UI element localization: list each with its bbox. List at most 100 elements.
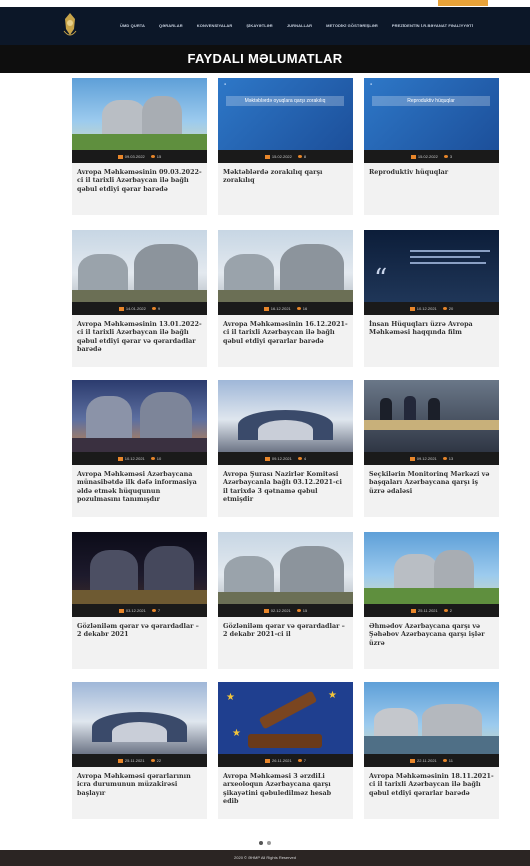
article-card[interactable]: 22.11.2021 11 Avropa Məhkəməsinin 18.11.… <box>364 682 499 819</box>
nav-item[interactable]: ÜMD QURTA <box>120 23 145 28</box>
article-image[interactable] <box>218 230 353 302</box>
article-views: 7 <box>157 608 161 613</box>
article-views: 22 <box>156 758 162 763</box>
article-card[interactable]: 16.12.2021 16 Avropa Məhkəməsinin 16.12.… <box>218 230 353 367</box>
navbar: ÜMD QURTA QƏRARLAR KONVENSİYALAR ŞİKAYƏTLƏR… <box>0 7 530 45</box>
article-title[interactable]: Seçkilərin Monitorinq Mərkəzi və başqala… <box>364 465 499 517</box>
image-caption: Məktəblərdə oyuqlara qarşı zorakılıq <box>226 96 344 106</box>
article-meta: 09.12.2021 4 <box>218 452 353 465</box>
article-image[interactable] <box>364 532 499 604</box>
article-title[interactable]: Avropa Məhkəməsi qərarlarının icra durum… <box>72 767 207 819</box>
article-title[interactable]: Məktəblərdə zorakılıq qarşı zorakılıq <box>218 163 353 215</box>
nav-item[interactable]: METODİKİ GÖSTƏRİŞLƏR <box>326 23 378 28</box>
article-card[interactable]: ★ ★ ★ 26.11.2021 7 Avropa Məhkəməsi 3 ərzd… <box>218 682 353 819</box>
eye-icon <box>296 609 301 613</box>
article-title[interactable]: Avropa Məhkəməsinin 18.11.2021-ci il tar… <box>364 767 499 819</box>
article-title[interactable]: Avropa Məhkəməsi Azərbaycana münasibətdə… <box>72 465 207 517</box>
article-image[interactable] <box>72 78 207 150</box>
article-image[interactable]: ★ ★ ★ <box>218 682 353 754</box>
pagination-dot[interactable] <box>267 841 271 845</box>
article-image[interactable] <box>218 380 353 452</box>
eye-icon <box>150 759 155 763</box>
article-title[interactable]: Gözləniləm qərar və qərardadlar – 2 deka… <box>218 617 353 669</box>
article-image[interactable] <box>72 380 207 452</box>
article-image[interactable] <box>364 682 499 754</box>
article-meta: 02.12.2021 15 <box>218 604 353 617</box>
article-image[interactable] <box>218 532 353 604</box>
article-title[interactable]: Avropa Məhkəməsi 3 ərzdiLi arxeoloqun Az… <box>218 767 353 819</box>
article-meta: 22.11.2021 11 <box>364 754 499 767</box>
article-image[interactable] <box>364 380 499 452</box>
calendar-icon <box>118 608 124 613</box>
article-views: 3 <box>449 154 453 159</box>
nav-item[interactable]: ŞİKAYƏTLƏR <box>246 23 272 28</box>
calendar-icon <box>410 154 416 159</box>
article-meta: 10.12.2021 20 <box>364 302 499 315</box>
eye-icon <box>443 609 448 613</box>
article-title[interactable]: Avropa Məhkəməsinin 09.03.2022-ci il tar… <box>72 163 207 215</box>
article-image[interactable]: ● Reproduktiv hüquqlar <box>364 78 499 150</box>
article-date: 03.12.2021 <box>125 608 146 613</box>
eye-icon <box>297 759 302 763</box>
article-meta: 09.12.2021 13 <box>364 452 499 465</box>
article-title[interactable]: İnsan Hüquqları üzrə Avropa Məhkəməsi ha… <box>364 315 499 367</box>
article-title[interactable]: Avropa Şurası Nazirlər Komitəsi Azərbayc… <box>218 465 353 517</box>
article-date: 15.02.2022 <box>271 154 292 159</box>
eye-icon <box>150 457 155 461</box>
article-date: 10.12.2021 <box>124 456 145 461</box>
article-card[interactable]: 02.12.2021 15 Gözləniləm qərar və qərard… <box>218 532 353 669</box>
article-image[interactable] <box>72 532 207 604</box>
page-banner: FAYDALI MƏLUMATLAR <box>0 45 530 73</box>
article-meta: 14.01.2022 9 <box>72 302 207 315</box>
calendar-icon <box>117 758 123 763</box>
topbar <box>0 0 530 7</box>
article-image[interactable] <box>72 682 207 754</box>
eye-icon <box>151 609 156 613</box>
article-views: 9 <box>157 306 161 311</box>
article-meta: 03.12.2021 7 <box>72 604 207 617</box>
eye-icon <box>296 307 301 311</box>
article-image[interactable] <box>72 230 207 302</box>
article-title[interactable]: Reproduktiv hüquqlar <box>364 163 499 215</box>
main-nav: ÜMD QURTA QƏRARLAR KONVENSİYALAR ŞİKAYƏTLƏR… <box>120 23 487 28</box>
article-date: 22.11.2021 <box>417 758 437 763</box>
footer: 2020 © ƏHMP All Rights Reserved <box>0 850 530 866</box>
article-card[interactable]: ● Reproduktiv hüquqlar 15.02.2022 3 Repro… <box>364 78 499 215</box>
article-views: 15 <box>302 608 308 613</box>
article-card[interactable]: 25.11.2021 22 Avropa Məhkəməsi qərarları… <box>72 682 207 819</box>
pagination-dot[interactable] <box>259 841 263 845</box>
nav-item[interactable]: QƏRARLAR <box>159 23 183 28</box>
eye-icon <box>442 759 447 763</box>
article-image[interactable]: ● Məktəblərdə oyuqlara qarşı zorakılıq <box>218 78 353 150</box>
article-date: 10.12.2021 <box>416 306 437 311</box>
calendar-icon <box>265 758 271 763</box>
article-title[interactable]: Avropa Məhkəməsinin 16.12.2021-ci il tar… <box>218 315 353 367</box>
nav-item[interactable]: KONVENSİYALAR <box>197 23 233 28</box>
nav-item[interactable]: PREZİDENTİN İ.R.BƏYANAT FƏALİYYƏTİ <box>392 23 473 28</box>
pagination <box>0 832 530 850</box>
article-card[interactable]: 14.01.2022 9 Avropa Məhkəməsinin 13.01.2… <box>72 230 207 367</box>
article-card[interactable]: 03.12.2021 7 Gözləniləm qərar və qərarda… <box>72 532 207 669</box>
article-meta: 10.12.2021 10 <box>72 452 207 465</box>
article-image[interactable]: “ <box>364 230 499 302</box>
article-card[interactable]: 25.11.2021 2 Əhmədov Azərbaycana qarşı v… <box>364 532 499 669</box>
calendar-icon <box>411 608 417 613</box>
article-title[interactable]: Gözləniləm qərar və qərardadlar – 2 deka… <box>72 617 207 669</box>
article-card[interactable]: 10.12.2021 10 Avropa Məhkəməsi Azərbayca… <box>72 380 207 517</box>
article-card[interactable]: “ 10.12.2021 20 İnsan Hüquqları üzrə Avr… <box>364 230 499 367</box>
article-date: 15.02.2022 <box>417 154 438 159</box>
language-button[interactable] <box>438 0 488 6</box>
calendar-icon <box>410 758 416 763</box>
article-views: 8 <box>303 154 307 159</box>
emblem-logo[interactable] <box>62 11 78 39</box>
article-card[interactable]: 09.12.2021 13 Seçkilərin Monitorinq Mərk… <box>364 380 499 517</box>
article-views: 2 <box>449 608 452 613</box>
article-card[interactable]: 09.03.2022 15 Avropa Məhkəməsinin 09.03.… <box>72 78 207 215</box>
article-views: 13 <box>448 456 454 461</box>
article-card[interactable]: 09.12.2021 4 Avropa Şurası Nazirlər Komi… <box>218 380 353 517</box>
nav-item[interactable]: JURNALLAR <box>287 23 312 28</box>
article-title[interactable]: Avropa Məhkəməsinin 13.01.2022-ci il tar… <box>72 315 207 367</box>
article-title[interactable]: Əhmədov Azərbaycana qarşı və Şəhəbov Azə… <box>364 617 499 669</box>
calendar-icon <box>264 456 270 461</box>
article-card[interactable]: ● Məktəblərdə oyuqlara qarşı zorakılıq 15… <box>218 78 353 215</box>
